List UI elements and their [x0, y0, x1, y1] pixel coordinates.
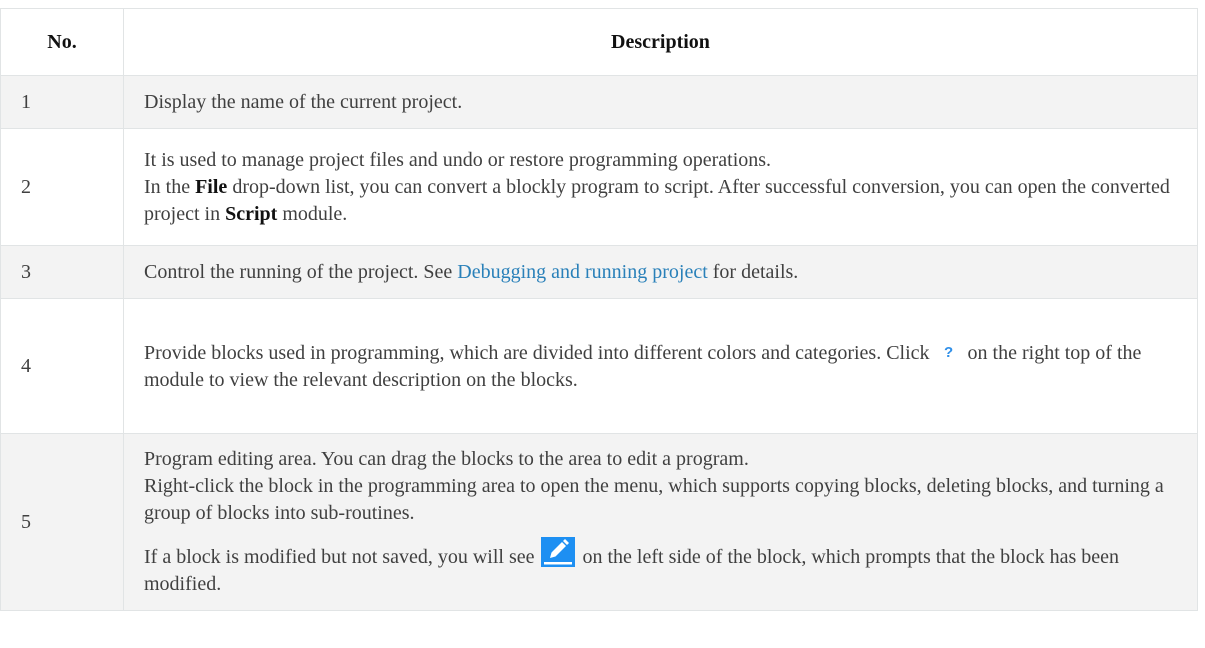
text-segment: Provide blocks used in programming, whic… [144, 342, 930, 364]
row-description: Program editing area. You can drag the b… [123, 433, 1198, 611]
description-line: Right-click the block in the programming… [144, 475, 1164, 524]
edit-pencil-icon [541, 537, 576, 567]
table-header-row: No. Description [0, 8, 1198, 76]
header-description: Description [123, 8, 1198, 76]
description-line: It is used to manage project files and u… [144, 148, 772, 171]
document-page: No. Description 1 Display the name of th… [0, 0, 1205, 648]
row-number: 4 [0, 298, 124, 434]
bold-term-file: File [195, 175, 228, 198]
text-segment: Control the running of the project. See [144, 260, 458, 283]
bold-term-script: Script [225, 202, 278, 225]
row-description: Provide blocks used in programming, whic… [123, 298, 1198, 434]
description-table: No. Description 1 Display the name of th… [0, 8, 1198, 611]
row-number: 2 [0, 128, 124, 246]
row-number: 1 [0, 75, 124, 129]
row-number: 5 [0, 433, 124, 611]
row-number: 3 [0, 245, 124, 299]
row-description: It is used to manage project files and u… [123, 128, 1198, 246]
row-description: Control the running of the project. See … [123, 245, 1198, 299]
text-segment: module. [277, 202, 348, 225]
debugging-link[interactable]: Debugging and running project [457, 261, 708, 283]
table-row: 4 Provide blocks used in programming, wh… [0, 298, 1198, 434]
table-row: 2 It is used to manage project files and… [0, 128, 1198, 246]
text-segment: for details. [707, 260, 799, 283]
text-segment: If a block is modified but not saved, yo… [144, 546, 535, 568]
table-row: 3 Control the running of the project. Se… [0, 245, 1198, 299]
description-line: In the File drop-down list, you can conv… [144, 174, 1177, 228]
text-segment: In the [144, 175, 196, 198]
help-icon: ? [943, 344, 954, 361]
description-line: If a block is modified but not saved, yo… [144, 537, 1177, 598]
header-no: No. [0, 8, 124, 76]
row-description: Display the name of the current project. [123, 75, 1198, 129]
description-line: Program editing area. You can drag the b… [144, 448, 749, 470]
table-row: 5 Program editing area. You can drag the… [0, 433, 1198, 611]
table-row: 1 Display the name of the current projec… [0, 75, 1198, 129]
description-text: Display the name of the current project. [144, 90, 463, 113]
